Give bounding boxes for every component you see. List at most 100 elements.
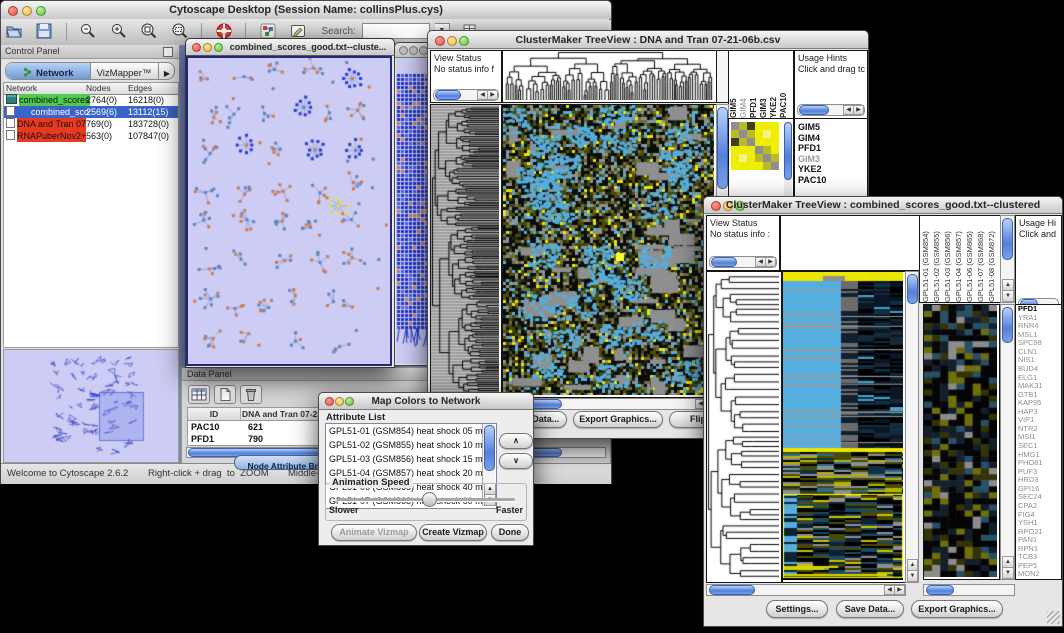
matrix-cell[interactable] — [771, 154, 779, 162]
matrix-cell[interactable] — [755, 162, 763, 170]
matrix-cell[interactable] — [739, 138, 747, 146]
gene-label[interactable]: PAC10 — [795, 175, 867, 186]
tab-vizmapper[interactable]: VizMapper™ — [91, 63, 157, 79]
matrix-cell[interactable] — [755, 130, 763, 138]
treeview1-titlebar[interactable]: ClusterMaker TreeView : DNA and Tran 07-… — [428, 31, 868, 49]
main-titlebar[interactable]: Cytoscape Desktop (Session Name: collins… — [1, 1, 611, 20]
dialog-titlebar[interactable]: Map Colors to Network — [319, 393, 533, 410]
done-button[interactable]: Done — [491, 524, 529, 541]
matrix-cell[interactable] — [755, 154, 763, 162]
matrix-cell[interactable] — [731, 130, 739, 138]
scroll-down-icon[interactable]: ▼ — [1002, 290, 1014, 302]
gene-label[interactable]: PFD1 — [795, 143, 867, 154]
network-table-row[interactable]: DNA and Tran 07 769(0) 183728(0) — [4, 118, 178, 130]
minimize-icon[interactable] — [203, 43, 212, 52]
matrix-cell[interactable] — [763, 162, 771, 170]
tab-network[interactable]: Network — [6, 63, 91, 79]
tab-overflow-button[interactable]: ▶ — [158, 63, 175, 79]
view-status-scrollbar[interactable]: ◀ ▶ — [433, 89, 499, 101]
matrix-cell[interactable] — [747, 122, 755, 130]
matrix-cell[interactable] — [731, 146, 739, 154]
usage-hints-scrollbar[interactable]: ◀ ▶ — [797, 104, 865, 116]
column-label[interactable]: PFD1 — [749, 51, 759, 118]
matrix-cell[interactable] — [771, 122, 779, 130]
matrix-cell[interactable] — [763, 154, 771, 162]
delete-attribute-trash-icon[interactable] — [240, 385, 262, 404]
matrix-cell[interactable] — [763, 122, 771, 130]
export-graphics-button[interactable]: Export Graphics... — [573, 411, 663, 428]
network-table-row[interactable]: combined_sco 2569(6) 13112(15) — [4, 106, 178, 118]
column-label[interactable]: GPL51-03 (GSM856) — [942, 216, 953, 302]
tv2-heatmap-vscrollbar[interactable]: ▲ ▼ — [905, 271, 919, 583]
id-column-header[interactable]: ID — [188, 408, 241, 420]
zoom-fit-icon[interactable] — [140, 22, 158, 45]
search-combobox[interactable] — [362, 23, 430, 39]
scroll-right-icon[interactable]: ▶ — [894, 585, 905, 595]
network-overview-panel[interactable] — [3, 349, 179, 463]
matrix-cell[interactable] — [731, 138, 739, 146]
column-label[interactable]: GIM5 — [729, 51, 739, 118]
speed-slider-handle[interactable] — [422, 492, 437, 507]
view-status-scrollbar[interactable]: ◀ ▶ — [709, 256, 777, 268]
tv2-heatmap-hscrollbar[interactable]: ◀ ▶ — [706, 584, 906, 596]
scroll-right-icon[interactable]: ▶ — [765, 257, 776, 267]
matrix-cell[interactable] — [763, 138, 771, 146]
column-label[interactable]: GPL51-01 (GSM854) — [920, 216, 931, 302]
network-table-row[interactable]: combined_scores 2764(0) 16218(0) — [4, 94, 178, 106]
move-up-button[interactable]: ∧ — [499, 433, 533, 449]
treeview2-titlebar[interactable]: ClusterMaker TreeView : combined_scores_… — [704, 197, 1062, 214]
matrix-cell[interactable] — [771, 130, 779, 138]
save-data-button[interactable]: Save Data... — [836, 600, 904, 618]
float-panel-icon[interactable] — [163, 47, 173, 57]
column-label[interactable]: GIM3 — [759, 51, 769, 118]
open-file-icon[interactable] — [5, 22, 23, 45]
column-label[interactable]: GPL51-06 (GSM865) — [964, 216, 975, 302]
scroll-right-icon[interactable]: ▶ — [853, 105, 864, 115]
matrix-cell[interactable] — [731, 162, 739, 170]
column-label[interactable]: GPL51-04 (GSM857) — [953, 216, 964, 302]
column-label[interactable]: PAC10 — [779, 51, 789, 118]
attribute-list-item[interactable]: GPL51-02 (GSM855) heat shock 10 min — [326, 438, 496, 452]
tv1-heatmap-panel[interactable] — [502, 104, 717, 398]
gene-label[interactable]: GIM4 — [795, 133, 867, 144]
gene-label[interactable]: GIM3 — [795, 154, 867, 165]
settings-button[interactable]: Settings... — [766, 600, 828, 618]
similarity-matrix[interactable] — [731, 122, 779, 170]
matrix-cell[interactable] — [763, 146, 771, 154]
matrix-cell[interactable] — [747, 162, 755, 170]
matrix-cell[interactable] — [739, 122, 747, 130]
create-vizmap-button[interactable]: Create Vizmap — [419, 524, 487, 541]
gene-label[interactable]: YKE2 — [795, 164, 867, 175]
matrix-cell[interactable] — [771, 146, 779, 154]
export-graphics-button[interactable]: Export Graphics... — [911, 600, 1003, 618]
matrix-cell[interactable] — [739, 162, 747, 170]
close-icon[interactable] — [399, 46, 408, 55]
tv2-heatmap-panel[interactable] — [782, 271, 906, 583]
tv2-secondary-vscrollbar[interactable]: ▲ ▼ — [1000, 304, 1015, 580]
matrix-cell[interactable] — [731, 122, 739, 130]
network-table-row[interactable]: RNAPuberNov2+ 563(0) 107847(0) — [4, 130, 178, 142]
matrix-cell[interactable] — [771, 138, 779, 146]
move-down-button[interactable]: ∨ — [499, 453, 533, 469]
tv1-row-dendrogram-panel[interactable] — [430, 104, 502, 398]
attribute-list-item[interactable]: GPL51-03 (GSM856) heat shock 15 min — [326, 452, 496, 466]
column-label[interactable]: GIM4 — [739, 51, 749, 118]
tv2-row-dendrogram-panel[interactable] — [706, 271, 782, 583]
close-icon[interactable] — [192, 43, 201, 52]
matrix-cell[interactable] — [747, 130, 755, 138]
matrix-cell[interactable] — [755, 122, 763, 130]
tv1-heatmap-hscrollbar[interactable]: ◀ ▶ — [502, 398, 717, 410]
network-canvas[interactable] — [188, 58, 390, 364]
matrix-cell[interactable] — [747, 138, 755, 146]
column-label[interactable]: YKE2 — [769, 51, 779, 118]
matrix-cell[interactable] — [771, 162, 779, 170]
tv2-column-dendrogram-panel[interactable] — [780, 215, 920, 271]
column-label[interactable]: GPL51-08 (GSM872) — [986, 216, 997, 302]
matrix-cell[interactable] — [731, 154, 739, 162]
network-view-titlebar[interactable]: combined_scores_good.txt--cluste... — [186, 39, 394, 56]
animate-vizmap-button[interactable]: Animate Vizmap — [331, 524, 417, 541]
zoom-out-icon[interactable] — [79, 22, 97, 45]
column-label[interactable]: GPL51-07 (GSM868) — [975, 216, 986, 302]
save-icon[interactable] — [35, 22, 53, 45]
tv2-secondary-heatmap-panel[interactable] — [923, 304, 1000, 580]
